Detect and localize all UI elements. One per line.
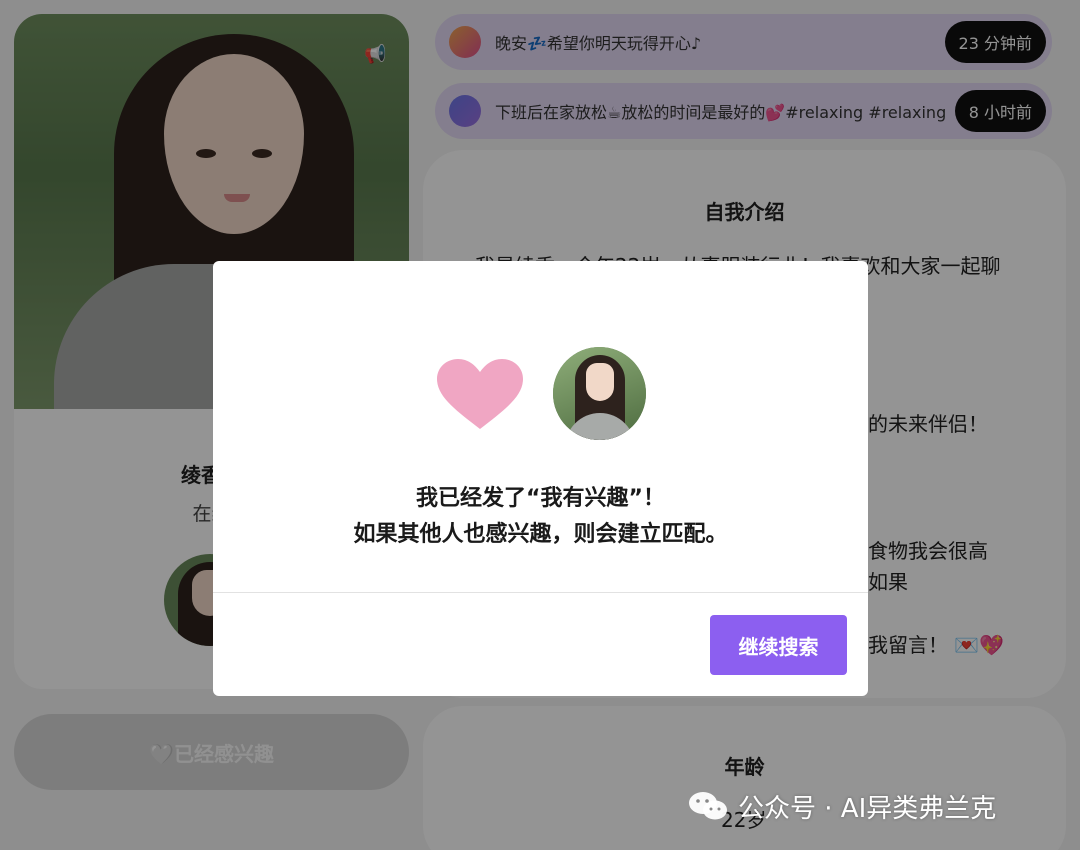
watermark-text: 公众号 · AI异类弗兰克 [738, 793, 997, 824]
dialog-message-line: 我已经发了“我有兴趣”！ [416, 486, 665, 511]
heart-icon [437, 359, 523, 429]
wechat-icon [689, 792, 727, 820]
continue-search-button[interactable]: 继续搜索 [710, 615, 847, 675]
match-dialog: 我已经发了“我有兴趣”！ 如果其他人也感兴趣，则会建立匹配。 继续搜索 [213, 261, 868, 696]
watermark: 公众号 · AI异类弗兰克 [688, 786, 996, 826]
dialog-message-line: 如果其他人也感兴趣，则会建立匹配。 [353, 522, 728, 547]
dialog-avatar [553, 347, 646, 440]
dialog-divider [213, 592, 868, 593]
dialog-message: 我已经发了“我有兴趣”！ 如果其他人也感兴趣，则会建立匹配。 [213, 481, 868, 553]
